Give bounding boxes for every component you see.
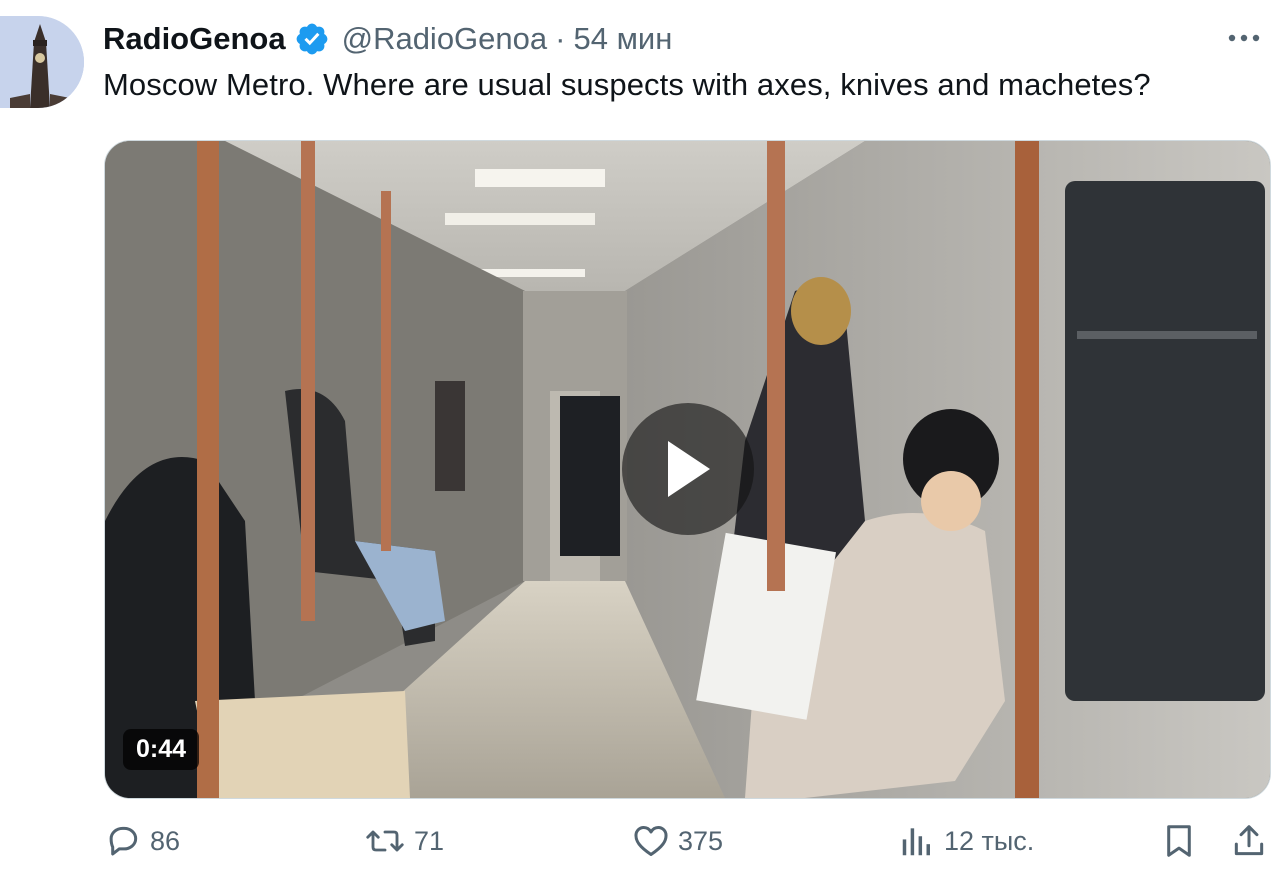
share-button[interactable] <box>1230 822 1268 860</box>
verified-badge-icon[interactable] <box>294 21 330 57</box>
views-button[interactable]: 12 тыс. <box>898 822 1034 860</box>
tweet-header: RadioGenoa @RadioGenoa · 54 мин <box>103 18 672 60</box>
reply-count: 86 <box>150 825 181 856</box>
reply-button[interactable]: 86 <box>104 822 180 860</box>
more-horizontal-icon[interactable] <box>1226 22 1262 54</box>
video-player[interactable]: 0:44 <box>104 140 1271 799</box>
like-button[interactable]: 375 <box>632 822 723 860</box>
reply-icon <box>109 826 138 856</box>
views-count: 12 тыс. <box>944 825 1035 856</box>
separator-dot: · <box>555 21 566 56</box>
views-chart-icon <box>902 828 930 856</box>
repost-icon <box>366 830 404 852</box>
play-icon <box>668 441 710 497</box>
author-handle[interactable]: @RadioGenoa <box>342 21 548 57</box>
tweet-time[interactable]: 54 мин <box>573 21 672 57</box>
repost-count: 71 <box>414 825 445 856</box>
like-count: 375 <box>678 825 724 856</box>
avatar[interactable] <box>0 16 84 108</box>
tweet-text: Moscow Metro. Where are usual suspects w… <box>103 67 1151 102</box>
share-icon <box>1234 825 1264 856</box>
clock-tower-image <box>0 16 84 108</box>
heart-icon <box>634 826 668 856</box>
play-button[interactable] <box>622 403 754 535</box>
bookmark-icon <box>1167 825 1191 857</box>
video-duration: 0:44 <box>123 729 200 770</box>
bookmark-button[interactable] <box>1160 822 1198 860</box>
tweet-action-bar: 86 71 375 12 тыс. <box>0 822 1280 876</box>
author-name[interactable]: RadioGenoa <box>103 21 286 57</box>
repost-button[interactable]: 71 <box>364 822 444 860</box>
